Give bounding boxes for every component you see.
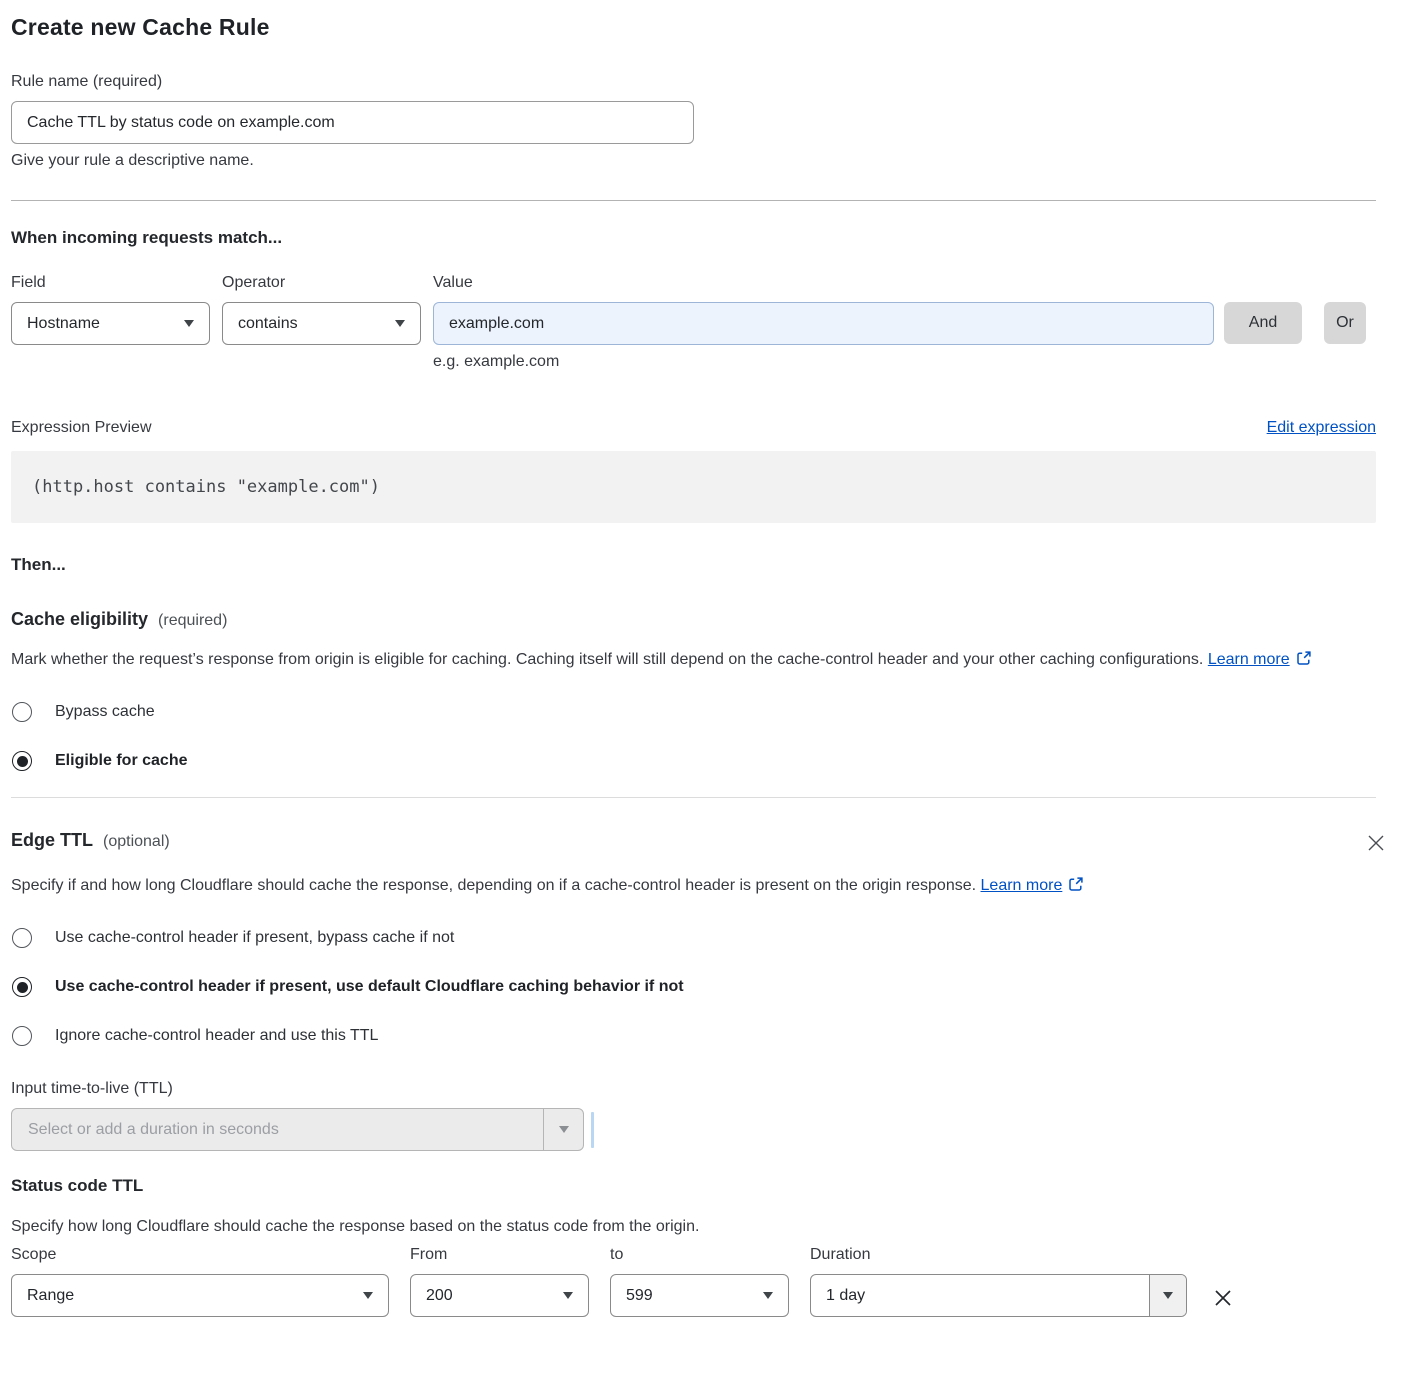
expression-code-block: (http.host contains "example.com")	[11, 451, 1376, 523]
or-button[interactable]: Or	[1324, 302, 1366, 344]
rule-name-label: Rule name (required)	[11, 73, 1376, 91]
radio-icon	[12, 928, 32, 948]
close-icon[interactable]	[1363, 830, 1389, 856]
scope-select-value: Range	[27, 1287, 74, 1305]
scope-select[interactable]: Range	[11, 1274, 389, 1317]
expression-code: (http.host contains "example.com")	[32, 477, 380, 497]
radio-icon	[12, 702, 32, 722]
edge-ttl-header: Edge TTL (optional)	[11, 830, 1389, 856]
duration-column: Duration 1 day	[810, 1246, 1187, 1317]
value-helper: e.g. example.com	[433, 353, 1214, 371]
scope-label: Scope	[11, 1246, 389, 1264]
chevron-down-icon	[184, 320, 194, 327]
match-condition-row: Field Hostname Operator contains Value e…	[11, 274, 1376, 371]
status-code-ttl-row: Scope Range From 200 to 599 Duration 1 d…	[11, 1246, 1376, 1317]
cache-eligibility-heading: Cache eligibility	[11, 609, 148, 630]
from-column: From 200	[410, 1246, 589, 1317]
chevron-down-icon	[395, 320, 405, 327]
edge-ttl-learn-more-link[interactable]: Learn more	[981, 877, 1063, 894]
edge-ttl-options: Use cache-control header if present, byp…	[11, 928, 1376, 1046]
duration-select[interactable]: 1 day	[810, 1274, 1187, 1317]
remove-status-ttl-icon[interactable]	[1209, 1284, 1237, 1312]
scope-column: Scope Range	[11, 1246, 389, 1317]
status-code-ttl-description: Specify how long Cloudflare should cache…	[11, 1218, 1376, 1236]
value-input[interactable]	[433, 302, 1214, 345]
value-label: Value	[433, 274, 1214, 292]
duration-select-arrow-button[interactable]	[1149, 1275, 1186, 1316]
radio-icon	[12, 1026, 32, 1046]
from-select[interactable]: 200	[410, 1274, 589, 1317]
radio-ignore-header-use-ttl[interactable]: Ignore cache-control header and use this…	[11, 1026, 1376, 1046]
rule-name-input[interactable]	[11, 101, 694, 144]
ttl-select-placeholder: Select or add a duration in seconds	[12, 1109, 543, 1150]
field-select-value: Hostname	[27, 315, 100, 333]
cache-eligibility-learn-more-link[interactable]: Learn more	[1208, 651, 1290, 668]
value-column: Value e.g. example.com	[433, 274, 1214, 371]
radio-label: Use cache-control header if present, use…	[55, 978, 684, 996]
rule-name-helper: Give your rule a descriptive name.	[11, 152, 1376, 170]
match-heading: When incoming requests match...	[11, 228, 1376, 248]
operator-select-value: contains	[238, 315, 298, 333]
field-column: Field Hostname	[11, 274, 210, 345]
duration-select-value: 1 day	[811, 1275, 1149, 1316]
from-label: From	[410, 1246, 589, 1264]
radio-icon	[12, 751, 32, 771]
radio-label: Eligible for cache	[55, 752, 187, 770]
to-select-value: 599	[626, 1287, 653, 1305]
rule-name-field-group: Rule name (required) Give your rule a de…	[11, 73, 1376, 170]
edge-ttl-description-text: Specify if and how long Cloudflare shoul…	[11, 877, 976, 894]
edge-ttl-description: Specify if and how long Cloudflare shoul…	[11, 872, 1111, 902]
page-title: Create new Cache Rule	[11, 14, 1376, 41]
and-button[interactable]: And	[1224, 302, 1302, 344]
ttl-duration-select[interactable]: Select or add a duration in seconds	[11, 1108, 584, 1151]
chevron-down-icon	[559, 1126, 569, 1133]
section-divider	[11, 797, 1376, 798]
radio-label: Ignore cache-control header and use this…	[55, 1027, 378, 1045]
edge-ttl-heading: Edge TTL	[11, 830, 93, 851]
ttl-select-arrow-button[interactable]	[543, 1109, 583, 1150]
field-select[interactable]: Hostname	[11, 302, 210, 345]
external-link-icon	[1296, 648, 1312, 676]
operator-select[interactable]: contains	[222, 302, 421, 345]
status-code-ttl-heading: Status code TTL	[11, 1176, 1376, 1196]
and-button-column: And	[1224, 274, 1302, 344]
cache-eligibility-description-text: Mark whether the request’s response from…	[11, 651, 1203, 668]
chevron-down-icon	[363, 1292, 373, 1299]
operator-label: Operator	[222, 274, 421, 292]
or-button-column: Or	[1324, 274, 1366, 344]
expression-preview-label: Expression Preview	[11, 419, 152, 437]
operator-column: Operator contains	[222, 274, 421, 345]
from-select-value: 200	[426, 1287, 453, 1305]
required-tag: (required)	[158, 612, 227, 630]
radio-label: Use cache-control header if present, byp…	[55, 929, 454, 947]
external-link-icon	[1068, 874, 1084, 902]
radio-label: Bypass cache	[55, 703, 155, 721]
to-label: to	[610, 1246, 789, 1264]
radio-eligible-for-cache[interactable]: Eligible for cache	[11, 751, 1376, 771]
optional-tag: (optional)	[103, 833, 170, 851]
edit-expression-link[interactable]: Edit expression	[1267, 419, 1376, 437]
field-label: Field	[11, 274, 210, 292]
text-cursor-bar	[591, 1112, 594, 1148]
radio-bypass-cache[interactable]: Bypass cache	[11, 702, 1376, 722]
ttl-combo-row: Select or add a duration in seconds	[11, 1108, 1376, 1151]
cache-eligibility-options: Bypass cache Eligible for cache	[11, 702, 1376, 771]
chevron-down-icon	[563, 1292, 573, 1299]
edge-ttl-title-group: Edge TTL (optional)	[11, 830, 170, 851]
create-cache-rule-page: Create new Cache Rule Rule name (require…	[0, 0, 1412, 1337]
to-column: to 599	[610, 1246, 789, 1317]
radio-use-header-bypass[interactable]: Use cache-control header if present, byp…	[11, 928, 1376, 948]
radio-use-header-default[interactable]: Use cache-control header if present, use…	[11, 977, 1376, 997]
then-heading: Then...	[11, 555, 1376, 575]
section-divider	[11, 200, 1376, 201]
radio-icon	[12, 977, 32, 997]
cache-eligibility-header: Cache eligibility (required)	[11, 609, 1376, 630]
chevron-down-icon	[1163, 1292, 1173, 1299]
to-select[interactable]: 599	[610, 1274, 789, 1317]
ttl-input-label: Input time-to-live (TTL)	[11, 1080, 1376, 1098]
cache-eligibility-description: Mark whether the request’s response from…	[11, 646, 1351, 676]
chevron-down-icon	[763, 1292, 773, 1299]
duration-label: Duration	[810, 1246, 1187, 1264]
expression-header: Expression Preview Edit expression	[11, 419, 1376, 437]
